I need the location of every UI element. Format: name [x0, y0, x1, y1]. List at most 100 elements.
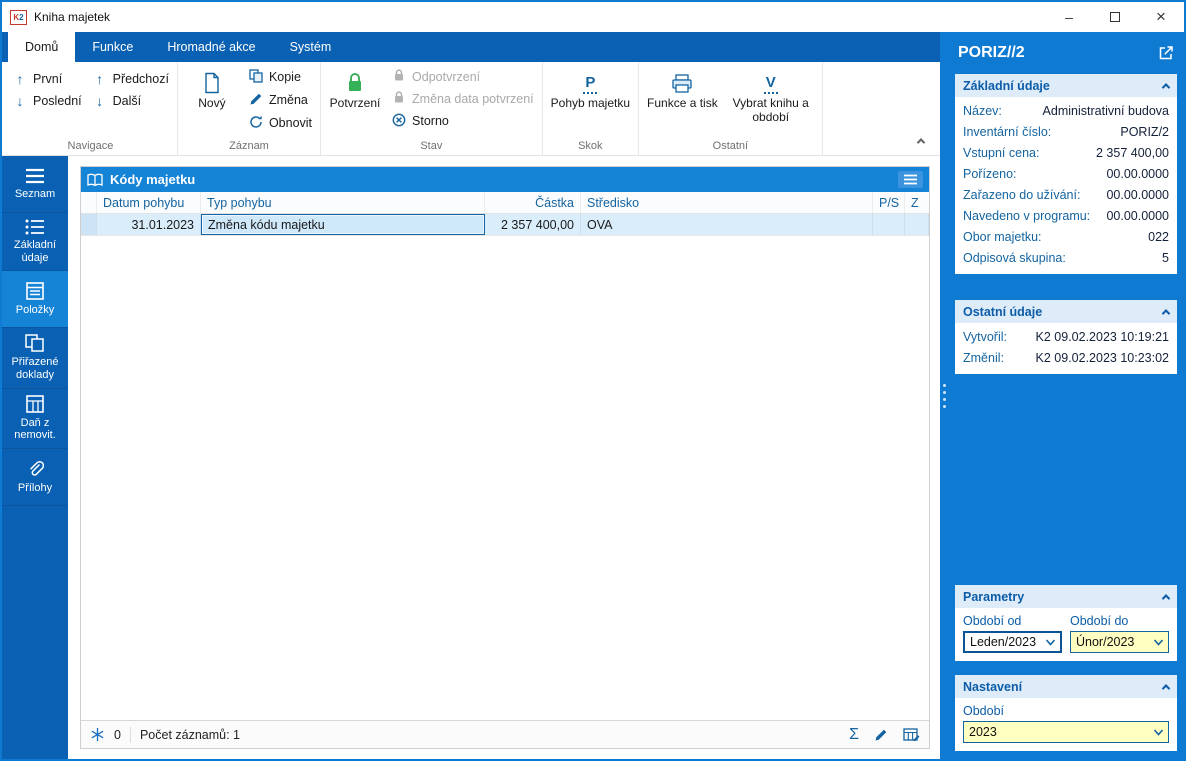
- ribbon-group-zaznam: Nový Kopie Změna Obnovit Záznam: [178, 62, 322, 155]
- confirm-button[interactable]: Potvrzení: [329, 65, 381, 111]
- first-button[interactable]: ↑ První: [12, 72, 82, 86]
- asset-codes-header: Kódy majetku: [81, 167, 929, 192]
- lock-gray-icon: [391, 69, 407, 84]
- field-inventarni-cislo: Inventární číslo: PORIZ/2: [963, 124, 1169, 139]
- sidebar-item-seznam[interactable]: Seznam: [2, 156, 68, 213]
- edit-pencil-button[interactable]: [874, 728, 888, 742]
- snowflake-icon: [91, 727, 104, 742]
- column-ps[interactable]: P/S: [873, 192, 905, 213]
- previous-button[interactable]: ↑ Předchozí: [92, 72, 169, 86]
- column-z[interactable]: Z: [905, 192, 929, 213]
- sidebar-label-dan-z-nemovit: Daň z nemovit.: [14, 416, 56, 442]
- copy-icon: [248, 69, 264, 85]
- chevron-up-icon: [1161, 308, 1171, 318]
- cell-z[interactable]: [905, 214, 929, 235]
- book-icon: [87, 173, 103, 186]
- group-label-navigace: Navigace: [67, 140, 114, 152]
- sidebar-label-polozky: Položky: [15, 303, 55, 316]
- cell-center[interactable]: OVA: [581, 214, 873, 235]
- ribbon-group-skok: P Pohyb majetku Skok: [543, 62, 640, 155]
- right-panel-header: PORIZ//2: [948, 32, 1184, 74]
- column-typ-pohybu[interactable]: Typ pohybu: [201, 192, 485, 213]
- paperclip-icon: [30, 460, 44, 476]
- section-header-parametry[interactable]: Parametry: [955, 585, 1177, 608]
- cell-date[interactable]: 31.01.2023: [97, 214, 201, 235]
- previous-label: Předchozí: [112, 72, 169, 86]
- dropdown-icon: [1045, 638, 1056, 646]
- panel-menu-button[interactable]: [898, 171, 923, 188]
- panel-title: Kódy majetku: [110, 172, 196, 187]
- ribbon-collapse-button[interactable]: [914, 135, 928, 147]
- sum-button[interactable]: Σ: [849, 726, 859, 743]
- section-header-ostatni-udaje[interactable]: Ostatní údaje: [955, 300, 1177, 323]
- table-settings-button[interactable]: [903, 727, 920, 742]
- sidebar-item-dan-z-nemovit[interactable]: Daň z nemovit.: [2, 389, 68, 449]
- storno-button[interactable]: Storno: [391, 113, 534, 129]
- sidebar-item-zakladni-udaje[interactable]: Základní údaje: [2, 213, 68, 272]
- record-title: PORIZ//2: [958, 44, 1025, 61]
- chevron-up-icon: [1161, 683, 1171, 693]
- column-stredisko[interactable]: Středisko: [581, 192, 873, 213]
- section-header-nastaveni[interactable]: Nastavení: [955, 675, 1177, 698]
- grid-statusbar: 0 Počet záznamů: 1 Σ: [81, 720, 929, 748]
- last-label: Poslední: [33, 94, 82, 108]
- period-from-select[interactable]: Leden/2023: [963, 631, 1062, 653]
- open-record-button[interactable]: [1158, 45, 1174, 61]
- copy-button[interactable]: Kopie: [248, 69, 312, 85]
- chevron-up-icon: [1161, 82, 1171, 92]
- refresh-button[interactable]: Obnovit: [248, 115, 312, 131]
- row-marker: [81, 214, 97, 235]
- period-select[interactable]: 2023: [963, 721, 1169, 743]
- change-button[interactable]: Změna: [248, 92, 312, 108]
- section-header-zakladni-udaje[interactable]: Základní údaje: [955, 74, 1177, 97]
- asset-codes-panel: Kódy majetku Datum pohybu Typ pohybu Čás…: [80, 166, 930, 749]
- cell-type[interactable]: Změna kódu majetku: [201, 214, 485, 235]
- field-odpisova-skupina: Odpisová skupina: 5: [963, 250, 1169, 265]
- change-confirm-date-button: Změna data potvrzení: [391, 91, 534, 106]
- asset-movement-label: Pohyb majetku: [550, 96, 631, 110]
- group-label-stav: Stav: [420, 140, 443, 152]
- section-title: Parametry: [963, 589, 1025, 604]
- arrow-down-icon: ↓: [96, 93, 104, 109]
- minimize-button[interactable]: –: [1046, 2, 1092, 32]
- copy-label: Kopie: [268, 70, 301, 84]
- maximize-button[interactable]: [1092, 2, 1138, 32]
- grid-empty-area[interactable]: [81, 236, 929, 720]
- tab-funkce[interactable]: Funkce: [75, 32, 150, 62]
- lock-green-icon: [345, 68, 365, 94]
- titlebar: K2 Kniha majetek – ×: [2, 2, 1184, 32]
- ribbon-tabbar: Domů Funkce Hromadné akce Systém: [2, 32, 940, 62]
- tab-domu[interactable]: Domů: [8, 32, 76, 62]
- last-button[interactable]: ↓ Poslední: [12, 94, 82, 108]
- close-button[interactable]: ×: [1138, 2, 1184, 32]
- select-book-period-button[interactable]: V Vybrat knihu a období: [728, 65, 814, 125]
- sidebar-item-prirazene-doklady[interactable]: Přiřazené doklady: [2, 328, 68, 389]
- new-button[interactable]: Nový: [186, 65, 238, 111]
- column-datum-pohybu[interactable]: Datum pohybu: [97, 192, 201, 213]
- tab-system[interactable]: Systém: [273, 32, 349, 62]
- period-to-select[interactable]: Únor/2023: [1070, 631, 1169, 653]
- first-label: První: [33, 72, 63, 86]
- sidebar-item-polozky[interactable]: Položky: [2, 271, 68, 329]
- column-marker[interactable]: [81, 192, 97, 213]
- select-book-period-label: Vybrat knihu a období: [732, 96, 809, 124]
- panel-splitter[interactable]: [940, 32, 948, 759]
- functions-print-button[interactable]: Funkce a tisk: [647, 65, 718, 111]
- cell-amount[interactable]: 2 357 400,00: [485, 214, 581, 235]
- unconfirm-button: Odpotvrzení: [391, 69, 534, 84]
- field-zarazeno: Zařazeno do užívání: 00.00.0000: [963, 187, 1169, 202]
- field-nazev: Název: Administrativní budova: [963, 103, 1169, 118]
- sidebar-item-prilohy[interactable]: Přílohy: [2, 449, 68, 506]
- ribbon-group-stav: Potvrzení Odpotvrzení Změna data potvrze…: [321, 62, 543, 155]
- document-icon: [203, 68, 221, 94]
- asset-movement-button[interactable]: P Pohyb majetku: [551, 65, 630, 111]
- dropdown-icon: [1153, 728, 1164, 736]
- field-vytvoril: Vytvořil: K2 09.02.2023 10:19:21: [963, 329, 1169, 344]
- cell-ps[interactable]: [873, 214, 905, 235]
- table-row[interactable]: 31.01.2023 Změna kódu majetku 2 357 400,…: [81, 214, 929, 236]
- cancel-circle-icon: [391, 113, 407, 129]
- tab-hromadne-akce[interactable]: Hromadné akce: [150, 32, 272, 62]
- next-button[interactable]: ↓ Další: [92, 94, 169, 108]
- field-navedeno: Navedeno v programu: 00.00.0000: [963, 208, 1169, 223]
- column-castka[interactable]: Částka: [485, 192, 581, 213]
